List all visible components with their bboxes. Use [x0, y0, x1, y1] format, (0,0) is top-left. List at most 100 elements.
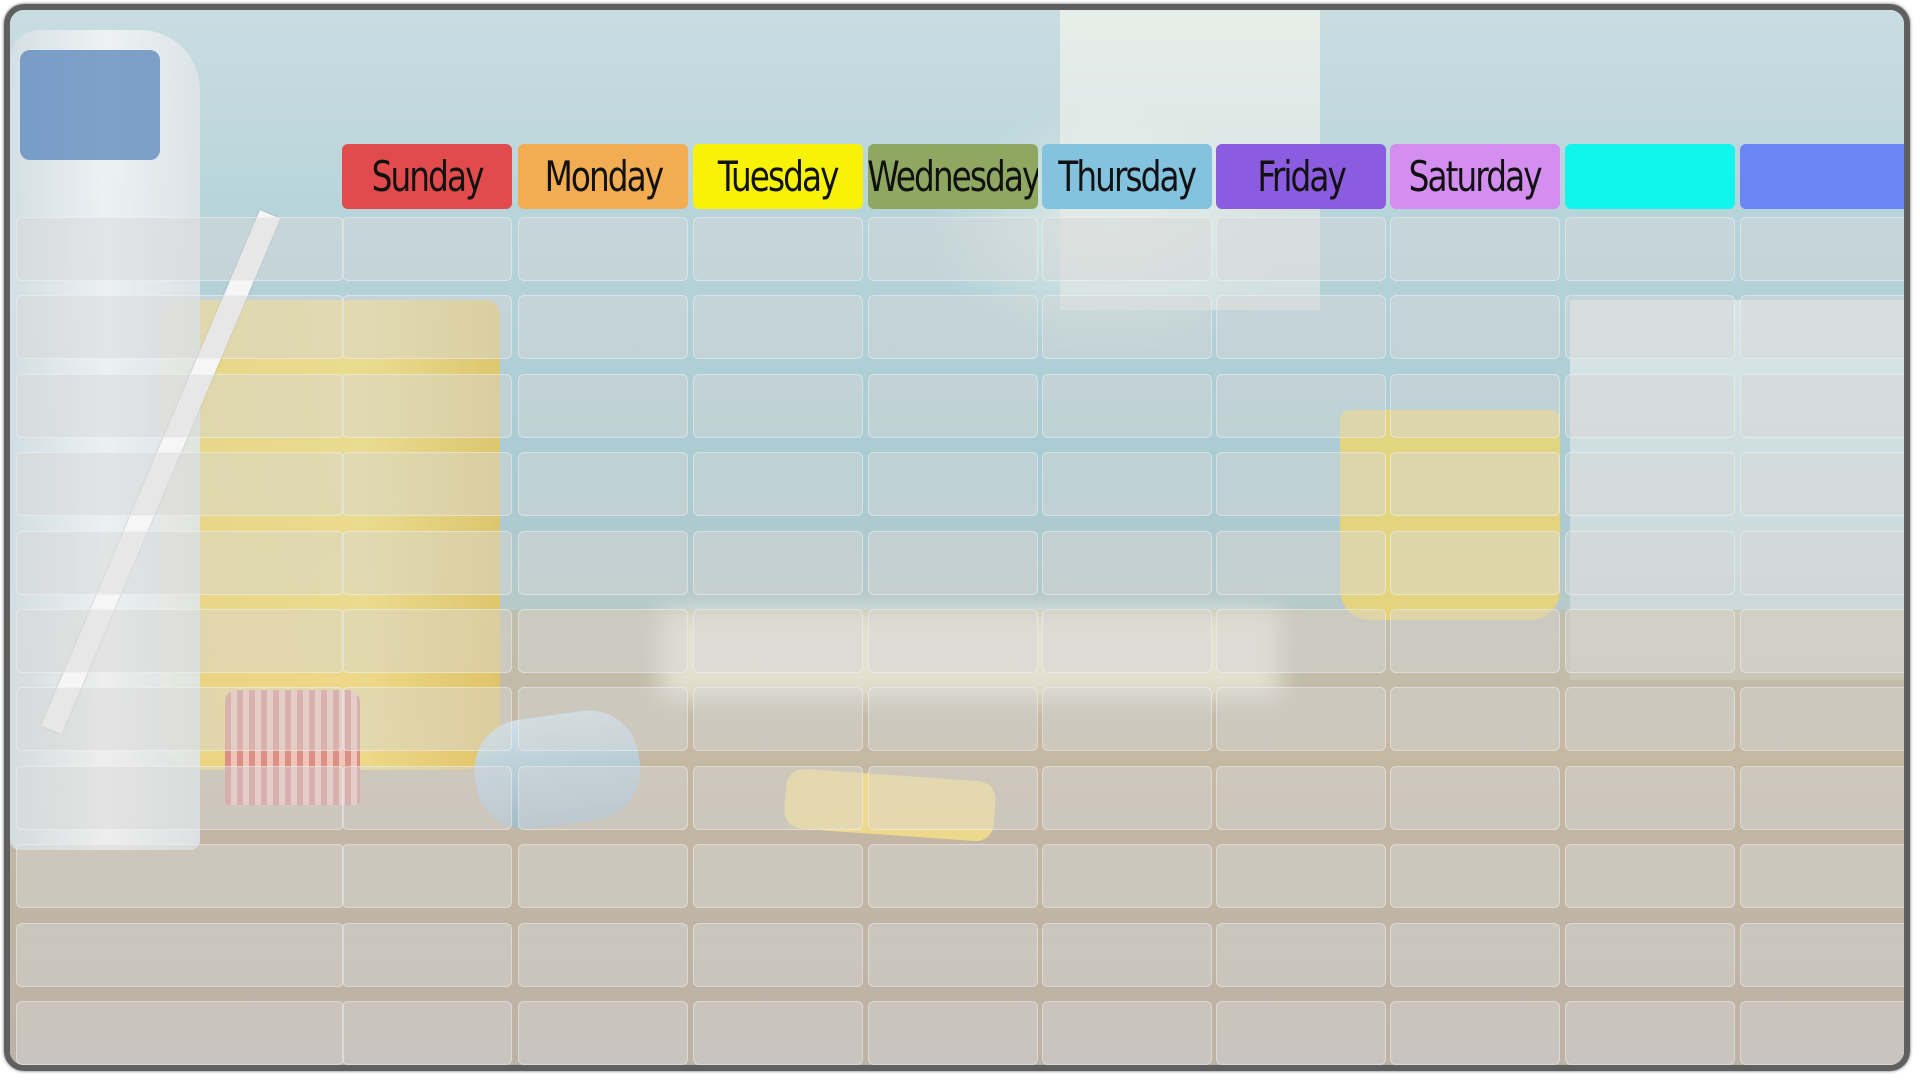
schedule-cell[interactable]	[1216, 687, 1386, 752]
schedule-cell[interactable]	[1565, 295, 1735, 360]
schedule-cell[interactable]	[1740, 765, 1904, 830]
schedule-cell[interactable]	[518, 1001, 688, 1065]
schedule-cell[interactable]	[1740, 1001, 1904, 1065]
schedule-cell[interactable]	[342, 295, 512, 360]
schedule-cell[interactable]	[342, 217, 512, 281]
schedule-cell[interactable]	[1042, 687, 1212, 752]
schedule-cell[interactable]	[1740, 373, 1904, 438]
schedule-cell[interactable]	[1740, 687, 1904, 752]
schedule-cell[interactable]	[1740, 609, 1904, 673]
schedule-cell[interactable]	[1042, 217, 1212, 281]
schedule-cell[interactable]	[693, 609, 863, 673]
schedule-cell[interactable]	[1565, 373, 1735, 438]
schedule-cell[interactable]	[518, 844, 688, 909]
schedule-cell[interactable]	[868, 765, 1038, 830]
task-name-cell[interactable]	[16, 687, 344, 752]
schedule-cell[interactable]	[1042, 765, 1212, 830]
schedule-cell[interactable]	[1042, 922, 1212, 987]
schedule-cell[interactable]	[1042, 373, 1212, 438]
schedule-cell[interactable]	[1390, 295, 1560, 360]
schedule-cell[interactable]	[1216, 609, 1386, 673]
schedule-cell[interactable]	[342, 530, 512, 595]
schedule-cell[interactable]	[1390, 844, 1560, 909]
schedule-cell[interactable]	[1216, 530, 1386, 595]
schedule-cell[interactable]	[693, 1001, 863, 1065]
schedule-cell[interactable]	[1565, 1001, 1735, 1065]
schedule-cell[interactable]	[1740, 452, 1904, 517]
task-name-cell[interactable]	[16, 373, 344, 438]
schedule-cell[interactable]	[342, 609, 512, 673]
task-name-cell[interactable]	[16, 922, 344, 987]
schedule-cell[interactable]	[1565, 217, 1735, 281]
schedule-cell[interactable]	[693, 452, 863, 517]
schedule-cell[interactable]	[693, 530, 863, 595]
schedule-cell[interactable]	[1390, 609, 1560, 673]
schedule-cell[interactable]	[1216, 217, 1386, 281]
schedule-cell[interactable]	[1042, 295, 1212, 360]
schedule-cell[interactable]	[342, 452, 512, 517]
task-name-cell[interactable]	[16, 609, 344, 673]
schedule-cell[interactable]	[1740, 844, 1904, 909]
schedule-cell[interactable]	[693, 217, 863, 281]
task-name-cell[interactable]	[16, 452, 344, 517]
schedule-cell[interactable]	[342, 765, 512, 830]
schedule-cell[interactable]	[1216, 1001, 1386, 1065]
schedule-cell[interactable]	[693, 373, 863, 438]
task-name-cell[interactable]	[16, 844, 344, 909]
task-name-cell[interactable]	[16, 217, 344, 281]
schedule-cell[interactable]	[1565, 922, 1735, 987]
schedule-cell[interactable]	[518, 609, 688, 673]
schedule-cell[interactable]	[1216, 373, 1386, 438]
schedule-cell[interactable]	[868, 1001, 1038, 1065]
schedule-cell[interactable]	[1565, 765, 1735, 830]
schedule-cell[interactable]	[518, 295, 688, 360]
schedule-cell[interactable]	[1390, 922, 1560, 987]
schedule-cell[interactable]	[1216, 765, 1386, 830]
schedule-cell[interactable]	[1565, 609, 1735, 673]
schedule-cell[interactable]	[1390, 765, 1560, 830]
schedule-cell[interactable]	[1565, 687, 1735, 752]
schedule-cell[interactable]	[1042, 530, 1212, 595]
schedule-cell[interactable]	[1216, 844, 1386, 909]
schedule-cell[interactable]	[342, 922, 512, 987]
schedule-cell[interactable]	[1740, 217, 1904, 281]
schedule-cell[interactable]	[518, 530, 688, 595]
schedule-cell[interactable]	[1216, 922, 1386, 987]
schedule-cell[interactable]	[1565, 844, 1735, 909]
schedule-cell[interactable]	[868, 217, 1038, 281]
schedule-cell[interactable]	[1216, 452, 1386, 517]
schedule-cell[interactable]	[693, 687, 863, 752]
schedule-cell[interactable]	[1042, 609, 1212, 673]
schedule-cell[interactable]	[1390, 530, 1560, 595]
schedule-cell[interactable]	[342, 844, 512, 909]
schedule-cell[interactable]	[1565, 452, 1735, 517]
schedule-cell[interactable]	[1740, 922, 1904, 987]
task-name-cell[interactable]	[16, 765, 344, 830]
schedule-cell[interactable]	[1390, 373, 1560, 438]
schedule-cell[interactable]	[518, 765, 688, 830]
schedule-cell[interactable]	[1216, 295, 1386, 360]
schedule-cell[interactable]	[1740, 295, 1904, 360]
schedule-cell[interactable]	[693, 922, 863, 987]
schedule-cell[interactable]	[1390, 1001, 1560, 1065]
schedule-cell[interactable]	[518, 373, 688, 438]
schedule-cell[interactable]	[1042, 844, 1212, 909]
schedule-cell[interactable]	[1042, 1001, 1212, 1065]
schedule-cell[interactable]	[1042, 452, 1212, 517]
schedule-cell[interactable]	[1565, 530, 1735, 595]
schedule-cell[interactable]	[1740, 530, 1904, 595]
task-name-cell[interactable]	[16, 1001, 344, 1065]
schedule-cell[interactable]	[518, 687, 688, 752]
schedule-cell[interactable]	[342, 373, 512, 438]
schedule-cell[interactable]	[1390, 452, 1560, 517]
schedule-cell[interactable]	[868, 373, 1038, 438]
schedule-cell[interactable]	[868, 922, 1038, 987]
schedule-cell[interactable]	[868, 452, 1038, 517]
schedule-cell[interactable]	[518, 452, 688, 517]
task-name-cell[interactable]	[16, 295, 344, 360]
schedule-cell[interactable]	[518, 922, 688, 987]
schedule-cell[interactable]	[868, 530, 1038, 595]
schedule-cell[interactable]	[342, 687, 512, 752]
schedule-cell[interactable]	[693, 295, 863, 360]
schedule-cell[interactable]	[868, 687, 1038, 752]
